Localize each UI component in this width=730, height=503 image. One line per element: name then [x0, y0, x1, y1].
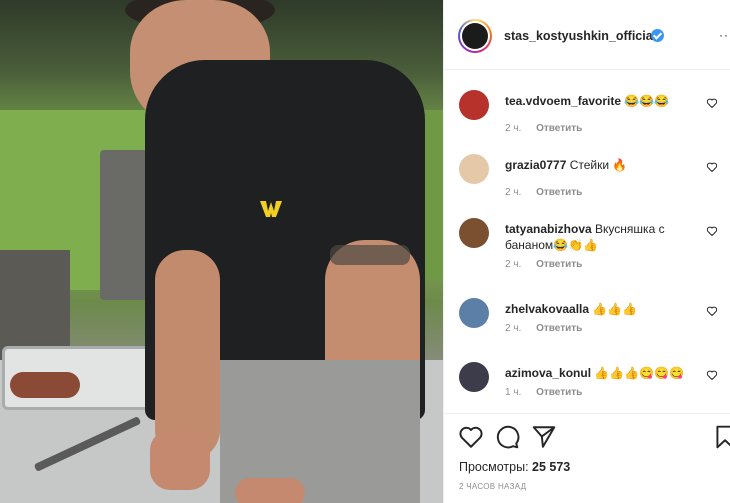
comment-body: 👍👍👍 [592, 302, 638, 316]
views-count: Просмотры: 25 573 [459, 460, 570, 474]
comment-username[interactable]: tatyanabizhova [505, 222, 592, 236]
bookmark-icon[interactable] [712, 424, 730, 450]
video-person-hand [150, 430, 210, 490]
comment-bubble-icon[interactable] [494, 424, 520, 450]
shirt-logo-icon [260, 201, 282, 217]
comment-text-block: zhelvakovaalla 👍👍👍 [505, 301, 695, 317]
video-bench [0, 250, 70, 360]
views-label: Просмотры: [459, 460, 529, 474]
paper-plane-icon[interactable] [531, 424, 557, 450]
comment-avatar[interactable] [459, 218, 489, 248]
comment-time: 2 ч. [505, 323, 522, 334]
comment-like-heart-icon[interactable] [706, 225, 718, 237]
more-options-icon[interactable]: ·· [719, 28, 729, 42]
comment-meta: 2 ч. Ответить [505, 123, 594, 134]
comment-body: 😂😂😂 [624, 94, 670, 108]
post-time-ago[interactable]: 2 часов назад [459, 482, 526, 491]
comments-list: tea.vdvoem_favorite 😂😂😂 2 ч. Ответить gr… [444, 70, 730, 413]
heart-icon[interactable] [458, 424, 484, 450]
comment-reply-button[interactable]: Ответить [536, 387, 582, 398]
comment-meta: 2 ч. Ответить [505, 259, 594, 270]
comment-reply-button[interactable]: Ответить [536, 259, 582, 270]
comment-item: azimova_konul 👍👍👍😋😋😋 1 ч. Ответить [444, 350, 730, 413]
comment-text-block: grazia0777 Стейки 🔥 [505, 157, 695, 173]
verified-badge-icon [651, 29, 664, 42]
post-side-panel: stas_kostyushkin_official ·· tea.vdvoem_… [443, 0, 730, 503]
author-avatar[interactable] [458, 19, 492, 53]
comment-like-heart-icon[interactable] [706, 305, 718, 317]
post-header: stas_kostyushkin_official ·· [444, 0, 730, 70]
video-person-left-arm [155, 250, 220, 460]
comment-meta: 1 ч. Ответить [505, 387, 594, 398]
comment-like-heart-icon[interactable] [706, 161, 718, 173]
comment-time: 1 ч. [505, 387, 522, 398]
video-player[interactable] [0, 0, 443, 503]
video-meat [10, 372, 80, 398]
comment-item: zhelvakovaalla 👍👍👍 2 ч. Ответить [444, 286, 730, 350]
comment-text-block: tatyanabizhova Вкусняшка с бананом😂👏👍 [505, 221, 695, 253]
comment-username[interactable]: tea.vdvoem_favorite [505, 94, 621, 108]
comment-item: tea.vdvoem_favorite 😂😂😂 2 ч. Ответить [444, 78, 730, 142]
comment-item: grazia0777 Стейки 🔥 2 ч. Ответить [444, 142, 730, 206]
comment-text-block: tea.vdvoem_favorite 😂😂😂 [505, 93, 695, 109]
video-person-hand-right [235, 478, 305, 503]
comment-time: 2 ч. [505, 187, 522, 198]
comment-like-heart-icon[interactable] [706, 369, 718, 381]
comment-avatar[interactable] [459, 154, 489, 184]
comment-meta: 2 ч. Ответить [505, 323, 594, 334]
comment-username[interactable]: zhelvakovaalla [505, 302, 589, 316]
comment-text-block: azimova_konul 👍👍👍😋😋😋 [505, 365, 695, 381]
comment-body: 👍👍👍😋😋😋 [594, 366, 685, 380]
comment-item: tatyanabizhova Вкусняшка с бананом😂👏👍 2 … [444, 206, 730, 286]
comment-avatar[interactable] [459, 90, 489, 120]
comment-body: Стейки 🔥 [569, 158, 628, 172]
post-actions: Просмотры: 25 573 2 часов назад [444, 413, 730, 503]
comment-avatar[interactable] [459, 298, 489, 328]
comment-time: 2 ч. [505, 259, 522, 270]
comment-username[interactable]: azimova_konul [505, 366, 591, 380]
comment-time: 2 ч. [505, 123, 522, 134]
comment-meta: 2 ч. Ответить [505, 187, 594, 198]
comment-reply-button[interactable]: Ответить [536, 123, 582, 134]
comment-avatar[interactable] [459, 362, 489, 392]
comment-reply-button[interactable]: Ответить [536, 323, 582, 334]
comment-reply-button[interactable]: Ответить [536, 187, 582, 198]
video-person-tattoo [330, 245, 410, 265]
comment-username[interactable]: grazia0777 [505, 158, 566, 172]
views-value: 25 573 [532, 460, 571, 474]
author-username[interactable]: stas_kostyushkin_official [504, 29, 656, 43]
comment-like-heart-icon[interactable] [706, 97, 718, 109]
